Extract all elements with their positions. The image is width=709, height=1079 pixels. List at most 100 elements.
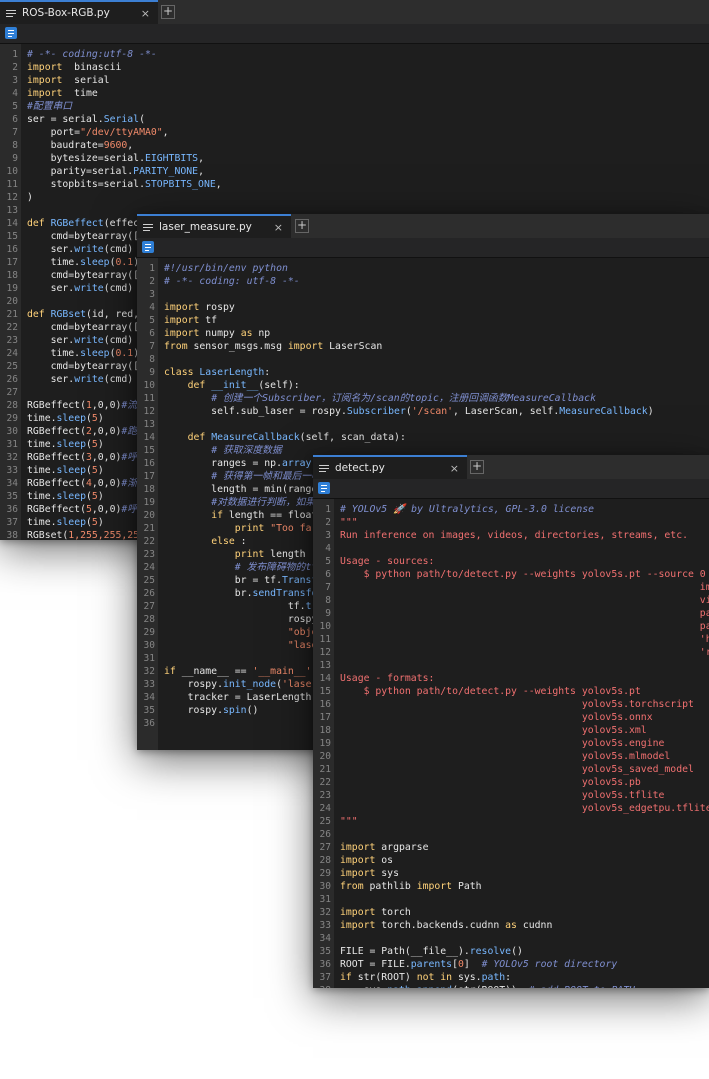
line-number: 36	[143, 718, 155, 729]
code-line[interactable]: 6 ser = serial.Serial(	[0, 113, 709, 126]
code-line[interactable]: 37 if str(ROOT) not in sys.path:	[313, 971, 709, 984]
close-icon[interactable]: ×	[450, 462, 459, 475]
code-line[interactable]: 6 import numpy as np	[137, 327, 709, 340]
code-line[interactable]: 12 self.sub_laser = rospy.Subscriber('/s…	[137, 405, 709, 418]
add-tab-button[interactable]: +	[161, 5, 175, 19]
code-line[interactable]: 13	[313, 659, 709, 672]
code-line[interactable]: 35 FILE = Path(__file__).resolve()	[313, 945, 709, 958]
code-line[interactable]: 11 stopbits=serial.STOPBITS_ONE,	[0, 178, 709, 191]
code-line[interactable]: 1 #!/usr/bin/env python	[137, 262, 709, 275]
code-line[interactable]: 9 class LaserLength:	[137, 366, 709, 379]
code-line[interactable]: 5 import tf	[137, 314, 709, 327]
code-line[interactable]: 2 import binascii	[0, 61, 709, 74]
code-line[interactable]: 28 import os	[313, 854, 709, 867]
code-token: time.	[27, 491, 57, 502]
code-text: import rospy	[164, 301, 235, 314]
code-line[interactable]: 21 yolov5s_saved_model	[313, 763, 709, 776]
code-text: import os	[340, 854, 393, 867]
add-tab-button[interactable]: +	[295, 219, 309, 233]
code-line[interactable]: 14 def MeasureCallback(self, scan_data):	[137, 431, 709, 444]
code-token: '/scan'	[411, 406, 454, 417]
code-line[interactable]: 17 yolov5s.onnx	[313, 711, 709, 724]
code-line[interactable]: 24 yolov5s_edgetpu.tflite	[313, 802, 709, 815]
code-line[interactable]: 23 yolov5s.tflite	[313, 789, 709, 802]
code-line[interactable]: 16 yolov5s.torchscript	[313, 698, 709, 711]
code-line[interactable]: 2 # -*- coding: utf-8 -*-	[137, 275, 709, 288]
code-line[interactable]: 29 import sys	[313, 867, 709, 880]
tab-detect[interactable]: detect.py ×	[313, 455, 467, 479]
code-line[interactable]: 3	[137, 288, 709, 301]
code-line[interactable]: 4	[313, 542, 709, 555]
code-line[interactable]: 1 # YOLOv5 🚀 by Ultralytics, GPL-3.0 lice…	[313, 503, 709, 516]
code-line[interactable]: 1 # -*- coding:utf-8 -*-	[0, 48, 709, 61]
code-token: rospy	[199, 302, 235, 313]
code-line[interactable]: 25 """	[313, 815, 709, 828]
code-line[interactable]: 13	[137, 418, 709, 431]
code-token: FILE = Path(__file__).	[340, 946, 470, 957]
code-token: (cmd)	[103, 335, 134, 346]
code-line[interactable]: 26	[313, 828, 709, 841]
code-line[interactable]: 11 'http	[313, 633, 709, 646]
code-line[interactable]: 15 $ python path/to/detect.py --weights …	[313, 685, 709, 698]
code-line[interactable]: 10 def __init__(self):	[137, 379, 709, 392]
code-line[interactable]: 10 parity=serial.PARITY_NONE,	[0, 165, 709, 178]
code-line[interactable]: 3 Run inference on images, videos, direct…	[313, 529, 709, 542]
line-number: 24	[6, 348, 18, 359]
close-icon[interactable]: ×	[274, 221, 283, 234]
code-line[interactable]: 22 yolov5s.pb	[313, 776, 709, 789]
code-token: #!/usr/bin/env python	[164, 263, 288, 274]
code-line[interactable]: 5 Usage - sources:	[313, 555, 709, 568]
code-line[interactable]: 38 sys.path.append(str(ROOT)) # add ROOT…	[313, 984, 709, 988]
code-line[interactable]: 9 bytesize=serial.EIGHTBITS,	[0, 152, 709, 165]
line-number: 34	[143, 692, 155, 703]
code-line[interactable]: 30 from pathlib import Path	[313, 880, 709, 893]
line-number: 30	[143, 640, 155, 651]
code-token: br = tf.	[164, 575, 282, 586]
code-line[interactable]: 4 import rospy	[137, 301, 709, 314]
code-line[interactable]: 33 import torch.backends.cudnn as cudnn	[313, 919, 709, 932]
code-line[interactable]: 2 """	[313, 516, 709, 529]
tab-laser-measure[interactable]: laser_measure.py ×	[137, 214, 291, 238]
code-token: rospy.	[164, 705, 223, 716]
code-token: class	[164, 367, 194, 378]
code-line[interactable]: 20 yolov5s.mlmodel	[313, 750, 709, 763]
code-line[interactable]: 5 #配置串口	[0, 100, 709, 113]
code-line[interactable]: 10 path/	[313, 620, 709, 633]
code-line[interactable]: 12)	[0, 191, 709, 204]
code-line[interactable]: 3 import serial	[0, 74, 709, 87]
code-line[interactable]: 36 ROOT = FILE.parents[0] # YOLOv5 root d…	[313, 958, 709, 971]
code-line[interactable]: 7 port="/dev/ttyAMA0",	[0, 126, 709, 139]
code-text: Usage - formats:	[340, 672, 434, 685]
code-line[interactable]: 12 'rtsp	[313, 646, 709, 659]
code-line[interactable]: 8 vid.m	[313, 594, 709, 607]
tab-label: laser_measure.py	[159, 221, 252, 233]
code-token: RGBeffect(	[27, 400, 86, 411]
code-line[interactable]: 19 yolov5s.engine	[313, 737, 709, 750]
code-text: cmd=bytearray([]	[27, 360, 145, 373]
line-number: 13	[143, 419, 155, 430]
code-line[interactable]: 11 # 创建一个Subscriber，订阅名为/scan的topic，注册回调…	[137, 392, 709, 405]
code-line[interactable]: 27 import argparse	[313, 841, 709, 854]
code-line[interactable]: 6 $ python path/to/detect.py --weights y…	[313, 568, 709, 581]
add-tab-button[interactable]: +	[470, 460, 484, 474]
outline-icon[interactable]	[5, 27, 17, 39]
outline-icon[interactable]	[142, 241, 154, 253]
code-line[interactable]: 7 from sensor_msgs.msg import LaserScan	[137, 340, 709, 353]
code-token: path/	[340, 608, 709, 619]
outline-icon[interactable]	[318, 482, 330, 494]
code-line[interactable]: 14 Usage - formats:	[313, 672, 709, 685]
code-line[interactable]: 8 baudrate=9600,	[0, 139, 709, 152]
code-line[interactable]: 18 yolov5s.xml	[313, 724, 709, 737]
code-line[interactable]: 31	[313, 893, 709, 906]
code-token: RGBset	[44, 309, 86, 320]
code-line[interactable]: 32 import torch	[313, 906, 709, 919]
code-line[interactable]: 8	[137, 353, 709, 366]
code-line[interactable]: 34	[313, 932, 709, 945]
code-line[interactable]: 4 import time	[0, 87, 709, 100]
code-line[interactable]: 9 path/	[313, 607, 709, 620]
code-line[interactable]: 7 img.j	[313, 581, 709, 594]
tab-ros-box-rgb[interactable]: ROS-Box-RGB.py ×	[0, 0, 158, 24]
code-editor[interactable]: 1 # YOLOv5 🚀 by Ultralytics, GPL-3.0 lice…	[313, 499, 709, 988]
code-token: np	[252, 328, 271, 339]
close-icon[interactable]: ×	[141, 7, 150, 20]
